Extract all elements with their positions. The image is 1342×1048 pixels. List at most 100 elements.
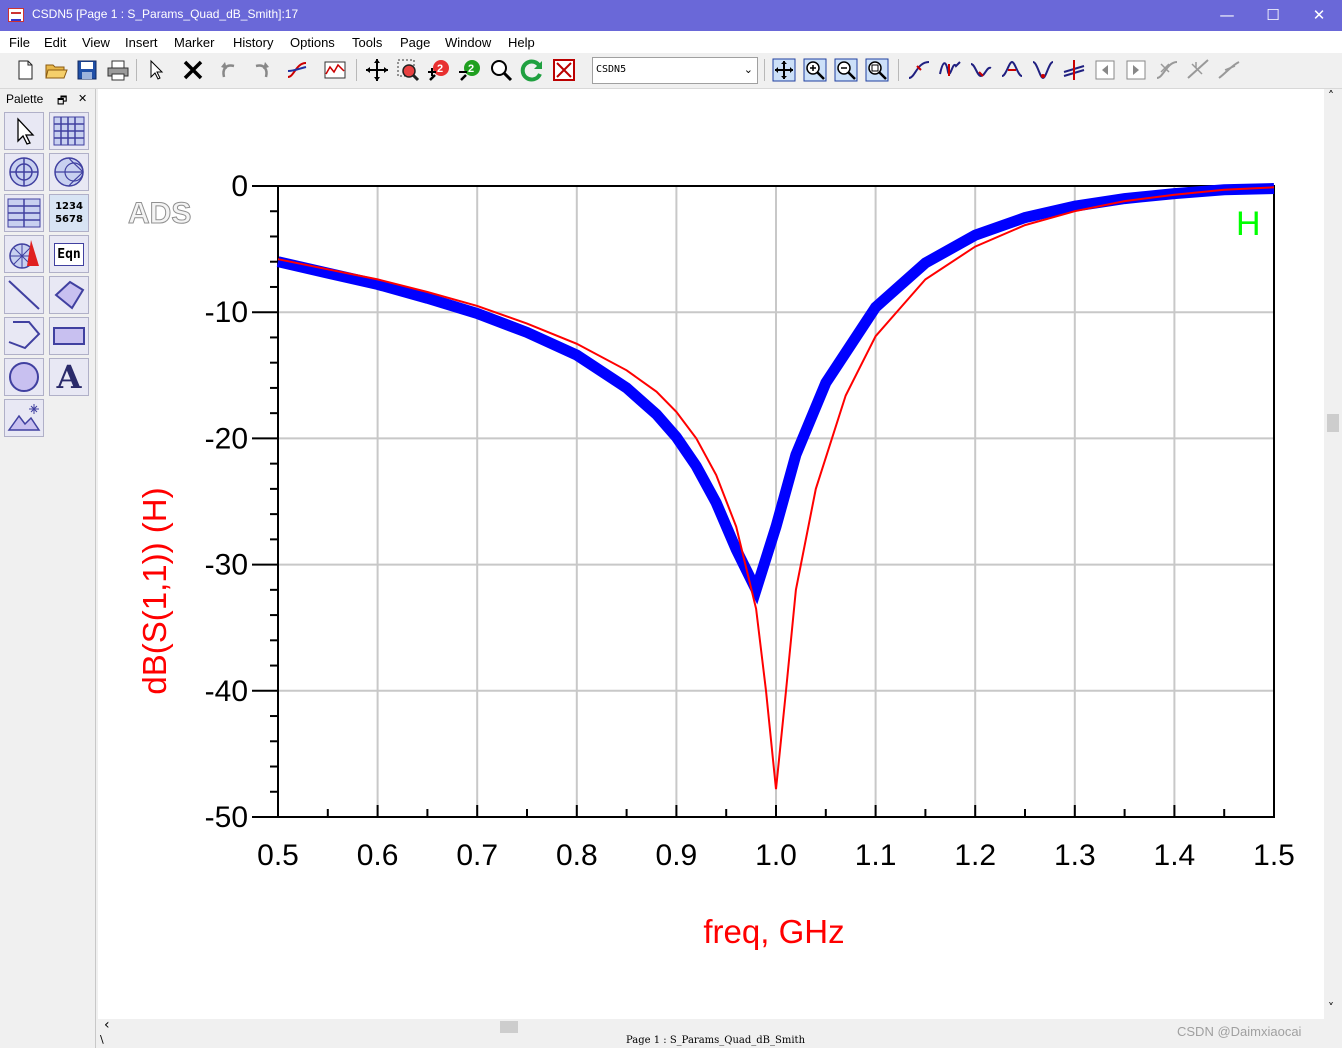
palette-close-button[interactable]: ✕ (78, 92, 87, 105)
smith-chart-tool[interactable] (49, 153, 89, 191)
circle-tool[interactable] (4, 358, 44, 396)
scroll-down-arrow[interactable]: ˅ (1328, 1001, 1334, 1015)
marker-prev-icon[interactable] (1092, 57, 1118, 83)
new-file-icon[interactable] (12, 57, 38, 83)
redo-icon[interactable] (248, 57, 274, 83)
print-icon[interactable] (105, 57, 131, 83)
tick-labels: 0.5 0.6 0.7 0.8 0.9 1.0 1.1 1.2 1.3 1.4 1.5 0 -10 -20… (205, 170, 1295, 872)
x-tick-label: 0.9 (656, 839, 698, 872)
horizontal-scrollbar[interactable]: ‹ (98, 1017, 1324, 1034)
ads-data-display-window: CSDN5 [Page 1 : S_Params_Quad_dB_Smith]:… (0, 0, 1342, 1048)
stacked-list-tool[interactable]: 1234 5678 (49, 194, 89, 232)
toolbar-separator (898, 59, 899, 81)
zoom-out-view-icon[interactable] (833, 57, 859, 83)
window-title: CSDN5 [Page 1 : S_Params_Quad_dB_Smith]:… (32, 7, 299, 21)
y-tick-label: -30 (205, 549, 248, 582)
svg-text:2: 2 (437, 63, 443, 75)
text-tool[interactable]: A (49, 358, 89, 396)
menu-edit[interactable]: Edit (44, 35, 66, 50)
equation-label: Eqn (54, 242, 84, 266)
status-indicator: \ (100, 1033, 104, 1046)
palette-panel: Palette 🗗 ✕ 1234 5678 Eqn A (0, 89, 96, 1048)
open-folder-icon[interactable] (43, 57, 69, 83)
line-tool[interactable] (4, 276, 44, 314)
polar-plot-tool[interactable] (4, 153, 44, 191)
marker-delta-icon[interactable] (999, 57, 1025, 83)
menu-file[interactable]: File (9, 35, 30, 50)
x-tick-label: 1.1 (855, 839, 897, 872)
title-bar: CSDN5 [Page 1 : S_Params_Quad_dB_Smith]:… (0, 0, 1342, 31)
ads-app-icon (8, 8, 24, 22)
menu-tools[interactable]: Tools (352, 35, 382, 50)
scroll-left-arrow[interactable]: ‹ (104, 1017, 110, 1033)
chevron-down-icon: ⌄ (743, 63, 753, 76)
marker-min-icon[interactable] (968, 57, 994, 83)
cancel-icon[interactable] (551, 57, 577, 83)
undo-icon[interactable] (216, 57, 242, 83)
marker-cross-icon[interactable] (1061, 57, 1087, 83)
polyline-tool[interactable] (4, 317, 44, 355)
y-tick-label: 0 (231, 170, 248, 203)
zoom-out-2x-icon[interactable]: 2 (457, 57, 483, 83)
plot-canvas[interactable]: ADS 0.5 0.6 0.7 0.8 0.9 1.0 1.1 1.2 1.3 1.4 1.5 0 -1… (98, 89, 1324, 1019)
save-icon[interactable] (74, 57, 100, 83)
marker-line-icon[interactable] (1185, 57, 1211, 83)
image-tool[interactable] (4, 399, 44, 437)
y-tick-label: -10 (205, 296, 248, 329)
menu-page[interactable]: Page (400, 35, 430, 50)
zoom-in-view-icon[interactable] (802, 57, 828, 83)
marker-move-icon[interactable] (1154, 57, 1180, 83)
window-select-dropdown[interactable]: CSDN5 ⌄ (592, 57, 758, 84)
watermark: CSDN @Daimxiaocai (1177, 1024, 1302, 1039)
menu-help[interactable]: Help (508, 35, 535, 50)
marker-wave-icon[interactable] (937, 57, 963, 83)
marker-trace-icon[interactable] (906, 57, 932, 83)
palette-restore-button[interactable]: 🗗 (57, 92, 67, 111)
zoom-in-2x-icon[interactable]: 2 (426, 57, 452, 83)
vertical-scroll-thumb[interactable] (1327, 414, 1339, 432)
menu-options[interactable]: Options (290, 35, 335, 50)
zoom-fit-icon[interactable] (864, 57, 890, 83)
select-arrow-icon[interactable] (143, 57, 169, 83)
scroll-up-arrow[interactable]: ˄ (1328, 89, 1334, 103)
trace-icon[interactable] (284, 57, 310, 83)
palette-title: Palette (6, 92, 44, 106)
palette-header: Palette 🗗 ✕ (0, 89, 96, 110)
menu-view[interactable]: View (82, 35, 110, 50)
horizontal-scroll-thumb[interactable] (500, 1021, 518, 1033)
antenna-plot-tool[interactable] (4, 235, 44, 273)
marker-slope-icon[interactable] (1216, 57, 1242, 83)
plot-options-icon[interactable] (322, 57, 348, 83)
marker-valley-icon[interactable] (1030, 57, 1056, 83)
zoom-area-icon[interactable] (395, 57, 421, 83)
list-tool[interactable] (4, 194, 44, 232)
x-tick-label: 1.4 (1154, 839, 1196, 872)
rectangular-plot[interactable]: ADS 0.5 0.6 0.7 0.8 0.9 1.0 1.1 1.2 1.3 1.4 1.5 0 -1… (98, 89, 1324, 1019)
view-all-icon[interactable] (771, 57, 797, 83)
menu-window[interactable]: Window (445, 35, 491, 50)
rectangular-plot-tool[interactable] (49, 112, 89, 150)
x-tick-label: 0.6 (357, 839, 399, 872)
refresh-icon[interactable] (519, 57, 545, 83)
menu-insert[interactable]: Insert (125, 35, 158, 50)
toolbar-separator (136, 59, 137, 81)
pan-icon[interactable] (364, 57, 390, 83)
ads-logo: ADS (128, 197, 191, 230)
polygon-tool[interactable] (49, 276, 89, 314)
status-bar: \ Page 1 : S_Params_Quad_dB_Smith (98, 1033, 1342, 1048)
legend-label: H (1236, 205, 1261, 243)
marker-next-icon[interactable] (1123, 57, 1149, 83)
menu-history[interactable]: History (233, 35, 273, 50)
equation-tool[interactable]: Eqn (49, 235, 89, 273)
delete-icon[interactable] (180, 57, 206, 83)
vertical-scrollbar[interactable]: ˄ ˅ (1324, 89, 1342, 1019)
rectangle-tool[interactable] (49, 317, 89, 355)
zoom-icon[interactable] (488, 57, 514, 83)
pointer-tool[interactable] (4, 112, 44, 150)
menu-marker[interactable]: Marker (174, 35, 214, 50)
text-tool-label: A (56, 358, 82, 396)
maximize-button[interactable]: ☐ (1250, 0, 1296, 31)
page-name-label: Page 1 : S_Params_Quad_dB_Smith (626, 1035, 806, 1046)
close-button[interactable]: ✕ (1296, 0, 1342, 31)
minimize-button[interactable]: — (1204, 0, 1250, 31)
